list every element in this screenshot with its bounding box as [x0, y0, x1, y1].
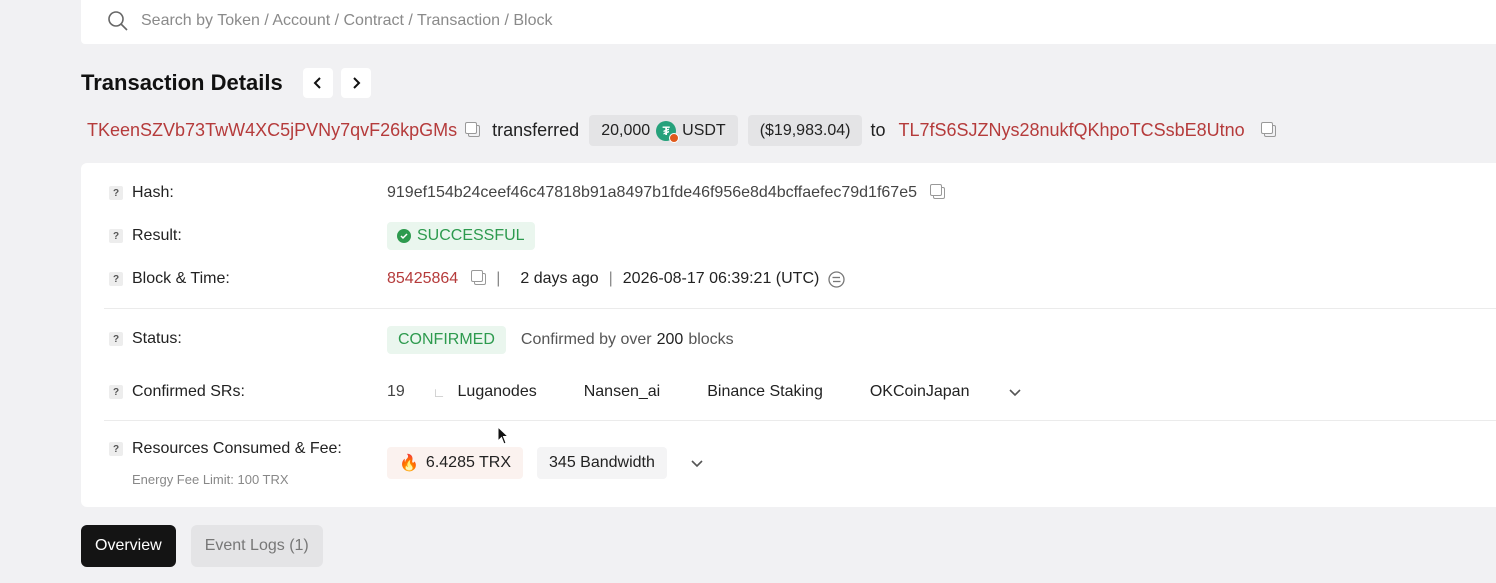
to-text: to [870, 120, 886, 140]
search-bar[interactable] [81, 0, 1496, 44]
block-time-value-group: 85425864 | 2 days ago | 2026-08-17 06:39… [387, 270, 845, 288]
separator: | [608, 270, 613, 287]
block-time-label: Block & Time: [132, 270, 230, 287]
help-icon[interactable]: ? [109, 272, 123, 286]
tab-event-logs[interactable]: Event Logs (1) [190, 525, 323, 567]
transferred-text: transferred [492, 120, 580, 140]
result-value-group: SUCCESSFUL [387, 222, 535, 250]
result-badge: SUCCESSFUL [387, 222, 535, 250]
confirmed-suffix: blocks [688, 331, 734, 348]
copy-icon[interactable] [930, 184, 945, 199]
search-icon [108, 11, 128, 31]
result-label: Result: [132, 227, 182, 244]
fee-value: 6.4285 TRX [425, 454, 512, 471]
block-age: 2 days ago [520, 270, 599, 287]
next-transaction-button[interactable] [340, 68, 371, 98]
help-icon[interactable]: ? [109, 332, 123, 346]
status-label: Status: [132, 330, 182, 347]
sr-item[interactable]: Nansen_ai [584, 383, 661, 401]
srs-count: 19 [387, 383, 405, 400]
amount-value: 20,000 [601, 121, 651, 139]
block-number-link[interactable]: 85425864 [387, 270, 458, 288]
copy-icon[interactable] [471, 270, 487, 285]
chevron-left-icon [313, 77, 321, 89]
prev-transaction-button[interactable] [302, 68, 333, 98]
divider [104, 308, 1496, 309]
divider [104, 420, 1496, 421]
hash-label: Hash: [132, 184, 174, 201]
result-text: SUCCESSFUL [417, 227, 525, 244]
from-address-link[interactable]: TKeenSZVb73TwW4XC5jPVNy7qvF26kpGMs [87, 120, 457, 141]
tree-branch-icon: ∟ [432, 384, 446, 400]
tab-overview[interactable]: Overview [81, 525, 176, 567]
usdt-token-icon[interactable]: ₮ [656, 120, 680, 143]
details-card: ? Hash: 919ef154b24ceef46c47818b91a8497b… [81, 163, 1496, 507]
sr-item[interactable]: Luganodes [458, 383, 537, 401]
status-value-group: CONFIRMED Confirmed by over 200 blocks [387, 326, 734, 354]
sr-item[interactable]: OKCoinJapan [870, 383, 970, 401]
help-icon[interactable]: ? [109, 186, 123, 200]
flame-icon: 🔥 [399, 455, 419, 472]
separator: | [496, 270, 501, 287]
confirmed-prefix: Confirmed by over [520, 331, 652, 348]
copy-icon[interactable] [1260, 121, 1276, 137]
bandwidth-pill: 345 Bandwidth [537, 447, 667, 479]
confirmed-count: 200 [656, 331, 684, 348]
transfer-summary: TKeenSZVb73TwW4XC5jPVNy7qvF26kpGMs trans… [87, 115, 1276, 146]
token-symbol[interactable]: USDT [682, 122, 726, 140]
fee-pill: 🔥 6.4285 TRX [387, 447, 524, 479]
help-icon[interactable]: ? [109, 442, 123, 456]
tabs: Overview Event Logs (1) [81, 525, 323, 567]
chevron-down-icon[interactable] [691, 457, 703, 469]
help-icon[interactable]: ? [109, 229, 123, 243]
confirmed-srs-value-group: 19 ∟ Luganodes Nansen_ai Binance Staking… [387, 383, 1022, 401]
resources-label: Resources Consumed & Fee: [132, 440, 342, 457]
amount-pill: 20,000 ₮ USDT [589, 115, 738, 146]
chevron-down-icon[interactable] [1009, 386, 1022, 398]
help-icon[interactable]: ? [109, 385, 123, 399]
chevron-right-icon [353, 77, 361, 89]
sr-item[interactable]: Binance Staking [707, 383, 823, 401]
confirmed-srs-label: Confirmed SRs: [132, 383, 245, 400]
energy-fee-limit: Energy Fee Limit: 100 TRX [132, 472, 289, 487]
check-circle-icon [397, 229, 411, 243]
title-row: Transaction Details [81, 68, 371, 98]
status-badge: CONFIRMED [387, 326, 506, 354]
hash-value: 919ef154b24ceef46c47818b91a8497b1fde46f9… [387, 184, 917, 201]
usd-value-pill: ($19,983.04) [747, 115, 863, 146]
resources-value-group: 🔥 6.4285 TRX 345 Bandwidth [387, 447, 703, 479]
hash-value-group: 919ef154b24ceef46c47818b91a8497b1fde46f9… [387, 184, 945, 202]
page-title: Transaction Details [81, 70, 283, 95]
mouse-cursor-icon [497, 426, 510, 445]
block-timestamp: 2026-08-17 06:39:21 (UTC) [622, 270, 820, 287]
search-input[interactable] [141, 12, 941, 30]
copy-icon[interactable] [465, 121, 481, 137]
timezone-toggle-icon[interactable] [828, 270, 845, 288]
to-address-link[interactable]: TL7fS6SJZNys28nukfQKhpoTCSsbE8Utno [898, 120, 1244, 141]
